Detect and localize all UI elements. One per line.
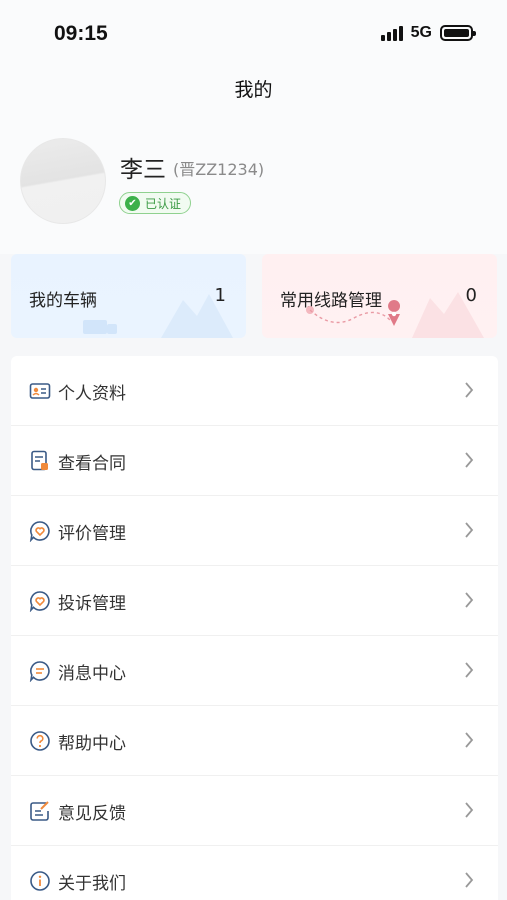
menu-label: 查看合同	[58, 454, 126, 474]
avatar[interactable]	[20, 138, 106, 224]
menu-item-feedback[interactable]: 意见反馈	[11, 776, 498, 846]
menu-label: 帮助中心	[58, 734, 126, 754]
info-icon	[30, 871, 50, 891]
menu-label: 关于我们	[58, 874, 126, 894]
id-card-icon	[29, 383, 51, 399]
chevron-right-icon	[465, 522, 474, 538]
network-type: 5G	[410, 24, 432, 41]
chevron-right-icon	[465, 872, 474, 888]
chevron-right-icon	[465, 592, 474, 608]
menu-item-complaints[interactable]: 投诉管理	[11, 566, 498, 636]
menu-list: 个人资料 查看合同 评价管理 投诉管理 消息中心 帮助中心 意见反馈 关于我们	[11, 356, 498, 900]
feedback-icon	[30, 801, 49, 821]
verified-label: 已认证	[145, 196, 182, 211]
chevron-right-icon	[465, 662, 474, 678]
status-time: 09:15	[54, 22, 108, 45]
menu-item-reviews[interactable]: 评价管理	[11, 496, 498, 566]
menu-item-help[interactable]: 帮助中心	[11, 706, 498, 776]
help-icon	[30, 731, 50, 751]
verified-badge: ✔ 已认证	[119, 192, 192, 214]
page-title: 我的	[0, 66, 507, 118]
contract-icon	[31, 450, 48, 471]
menu-label: 评价管理	[58, 524, 126, 544]
menu-item-messages[interactable]: 消息中心	[11, 636, 498, 706]
status-indicators: 5G	[380, 24, 476, 42]
my-vehicles-card[interactable]: 我的车辆 1	[11, 254, 246, 338]
chevron-right-icon	[465, 452, 474, 468]
signal-icon	[380, 25, 403, 41]
check-shield-icon: ✔	[125, 195, 140, 211]
menu-label: 意见反馈	[58, 804, 126, 824]
menu-label: 投诉管理	[58, 594, 126, 614]
license-plate: (晋ZZ1234)	[173, 160, 265, 179]
chevron-right-icon	[465, 732, 474, 748]
menu-item-about[interactable]: 关于我们	[11, 846, 498, 900]
route-management-card[interactable]: 常用线路管理 0	[262, 254, 497, 338]
heart-chat-icon	[29, 521, 50, 542]
status-bar: 09:15 5G	[0, 0, 507, 66]
message-icon	[29, 661, 50, 682]
chevron-right-icon	[465, 802, 474, 818]
menu-item-contract[interactable]: 查看合同	[11, 426, 498, 496]
battery-icon	[440, 25, 476, 41]
menu-label: 个人资料	[58, 384, 126, 404]
profile-section: 李三 (晋ZZ1234) ✔ 已认证	[0, 118, 507, 254]
user-name: 李三	[120, 157, 166, 183]
menu-label: 消息中心	[58, 664, 126, 684]
truck-mountain-illustration	[83, 294, 233, 338]
menu-item-profile[interactable]: 个人资料	[11, 356, 498, 426]
route-illustration	[306, 292, 484, 338]
chevron-right-icon	[465, 382, 474, 398]
heart-chat-icon	[29, 591, 50, 612]
